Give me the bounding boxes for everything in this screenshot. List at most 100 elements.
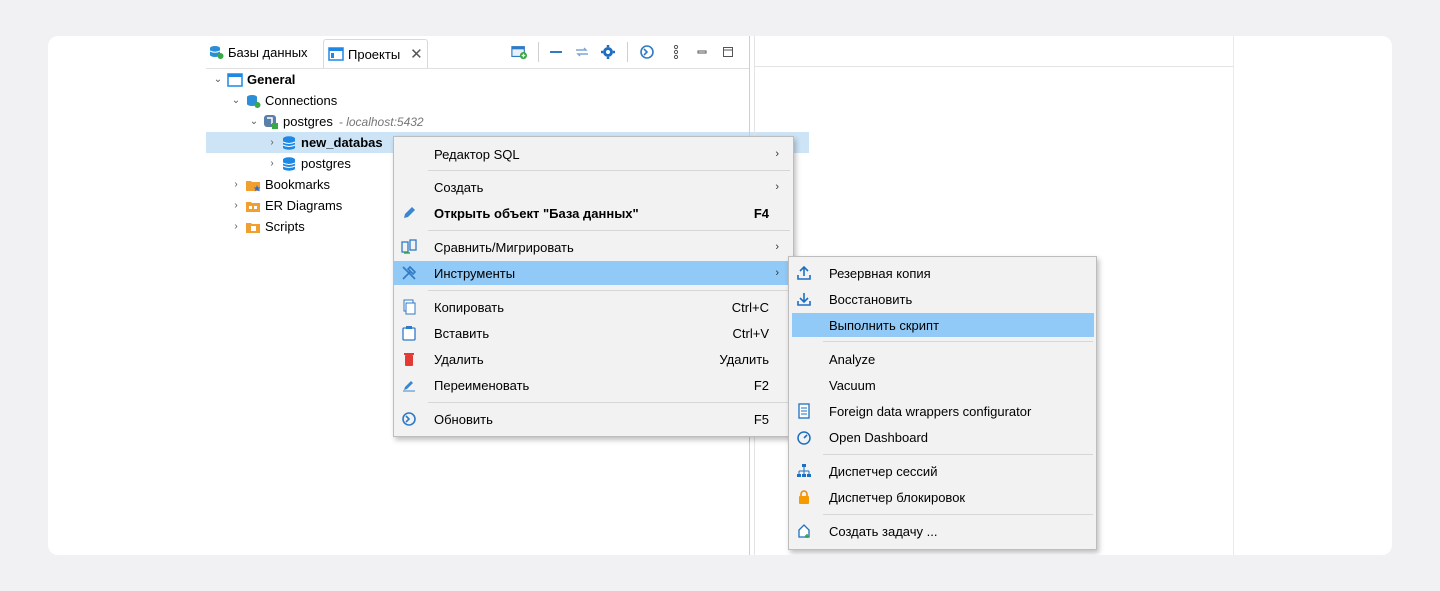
- clipboard-icon: [400, 324, 418, 342]
- menu-item-rename[interactable]: Переименовать F2: [394, 373, 793, 397]
- new-project-icon[interactable]: [511, 44, 527, 60]
- database-stack-icon: [208, 44, 224, 60]
- chevron-right-icon[interactable]: ›: [230, 221, 242, 233]
- submenu-item-restore[interactable]: Восстановить: [789, 287, 1096, 311]
- menu-item-sql-editor[interactable]: Редактор SQL ›: [394, 142, 793, 166]
- tools-icon: [400, 264, 418, 282]
- submenu-item-analyze[interactable]: Analyze: [789, 347, 1096, 371]
- toolbar-separator: [627, 42, 628, 62]
- menu-item-shortcut: F4: [753, 205, 769, 221]
- chevron-down-icon[interactable]: ⌄: [248, 116, 260, 128]
- chevron-down-icon[interactable]: ⌄: [230, 95, 242, 107]
- create-task-icon: [795, 522, 813, 540]
- menu-item-label: Сравнить/Мигрировать: [434, 239, 574, 255]
- collapse-icon[interactable]: [548, 44, 564, 60]
- menu-item-label: Обновить: [434, 411, 493, 427]
- connection-host: - localhost:5432: [338, 114, 424, 129]
- menu-item-open-object[interactable]: Открыть объект "База данных" F4: [394, 201, 793, 225]
- menu-item-paste[interactable]: Вставить Ctrl+V: [394, 321, 793, 345]
- postgres-elephant-icon: [263, 114, 279, 130]
- submenu-item-fdw-configurator[interactable]: Foreign data wrappers configurator: [789, 399, 1096, 423]
- chevron-right-icon: ›: [775, 148, 779, 160]
- vertical-dots-icon[interactable]: [668, 44, 684, 60]
- table-config-icon: [795, 402, 813, 420]
- menu-item-label: Копировать: [434, 299, 504, 315]
- download-icon: [795, 290, 813, 308]
- submenu-item-label: Восстановить: [829, 291, 913, 307]
- session-tree-icon: [795, 462, 813, 480]
- submenu-item-label: Open Dashboard: [829, 429, 929, 445]
- tree-label: new_databas: [301, 135, 383, 150]
- menu-item-label: Переименовать: [434, 377, 530, 393]
- menu-separator: [428, 170, 790, 171]
- tree-item-general[interactable]: ⌄ General: [206, 69, 755, 90]
- chevron-right-icon: ›: [775, 267, 779, 279]
- tools-submenu: Резервная копия Восстановить Выполнить с…: [788, 256, 1097, 550]
- menu-item-compare-migrate[interactable]: Сравнить/Мигрировать ›: [394, 235, 793, 259]
- menu-item-label: Создать: [434, 179, 484, 195]
- submenu-item-run-script[interactable]: Выполнить скрипт: [792, 313, 1094, 337]
- menu-item-label: Удалить: [434, 351, 484, 367]
- menu-item-shortcut: Удалить: [719, 351, 769, 367]
- submenu-item-session-manager[interactable]: Диспетчер сессий: [789, 459, 1096, 483]
- submenu-item-lock-manager[interactable]: Диспетчер блокировок: [789, 485, 1096, 509]
- close-icon[interactable]: ✕: [410, 45, 423, 63]
- chevron-right-icon[interactable]: ›: [266, 158, 278, 170]
- lock-icon: [795, 488, 813, 506]
- chevron-right-icon[interactable]: ›: [230, 200, 242, 212]
- menu-item-shortcut: F5: [753, 411, 769, 427]
- projects-icon: [328, 46, 344, 62]
- scripts-folder-icon: [245, 219, 261, 235]
- tree-item-postgres-connection[interactable]: ⌄ postgres - localhost:5432: [206, 111, 791, 132]
- tab-databases[interactable]: Базы данных: [208, 42, 308, 62]
- tree-label: General: [247, 72, 296, 87]
- menu-item-refresh[interactable]: Обновить F5: [394, 407, 793, 431]
- submenu-item-label: Analyze: [829, 351, 876, 367]
- refresh-icon[interactable]: [639, 44, 655, 60]
- tree-item-connections[interactable]: ⌄ Connections: [206, 90, 773, 111]
- submenu-item-open-dashboard[interactable]: Open Dashboard: [789, 425, 1096, 449]
- bookmarks-folder-icon: [245, 177, 261, 193]
- submenu-item-label: Создать задачу ...: [829, 523, 938, 539]
- menu-item-shortcut: Ctrl+V: [732, 325, 769, 341]
- refresh-icon: [400, 410, 418, 428]
- submenu-item-vacuum[interactable]: Vacuum: [789, 373, 1096, 397]
- settings-gear-icon[interactable]: [600, 44, 616, 60]
- er-diagrams-folder-icon: [245, 198, 261, 214]
- copy-icon: [400, 298, 418, 316]
- submenu-item-backup[interactable]: Резервная копия: [789, 261, 1096, 285]
- menu-item-tools[interactable]: Инструменты ›: [394, 261, 793, 285]
- menu-item-label: Инструменты: [434, 265, 516, 281]
- chevron-right-icon[interactable]: ›: [266, 137, 278, 149]
- tree-label: postgres: [301, 156, 351, 171]
- maximize-icon[interactable]: [720, 44, 736, 60]
- trash-icon: [400, 350, 418, 368]
- menu-item-label: Редактор SQL: [434, 146, 520, 162]
- app-window: Базы данных Проекты ✕ ⌄ General ⌄ Connec…: [48, 36, 1392, 555]
- chevron-right-icon: ›: [775, 181, 779, 193]
- tree-label: Scripts: [265, 219, 305, 234]
- minimize-icon[interactable]: [694, 44, 710, 60]
- chevron-right-icon[interactable]: ›: [230, 179, 242, 191]
- tab-projects[interactable]: Проекты ✕: [323, 39, 428, 68]
- chevron-down-icon[interactable]: ⌄: [212, 74, 224, 86]
- editor-area-top-line: [755, 66, 1233, 67]
- tree-label: ER Diagrams: [265, 198, 343, 213]
- database-icon: [281, 156, 297, 172]
- submenu-item-label: Выполнить скрипт: [829, 317, 940, 333]
- tree-label: postgres: [283, 114, 333, 129]
- tree-label: Connections: [265, 93, 338, 108]
- toolbar-separator: [538, 42, 539, 62]
- tab-databases-label: Базы данных: [228, 44, 308, 60]
- chevron-right-icon: ›: [775, 241, 779, 253]
- menu-separator: [428, 402, 790, 403]
- upload-icon: [795, 264, 813, 282]
- tab-bar: Базы данных Проекты ✕: [206, 36, 749, 69]
- submenu-item-create-task[interactable]: Создать задачу ...: [789, 519, 1096, 543]
- database-icon: [281, 135, 297, 151]
- menu-item-delete[interactable]: Удалить Удалить: [394, 347, 793, 371]
- menu-item-create[interactable]: Создать ›: [394, 175, 793, 199]
- dashboard-gauge-icon: [795, 428, 813, 446]
- menu-item-copy[interactable]: Копировать Ctrl+C: [394, 295, 793, 319]
- link-icon[interactable]: [574, 44, 590, 60]
